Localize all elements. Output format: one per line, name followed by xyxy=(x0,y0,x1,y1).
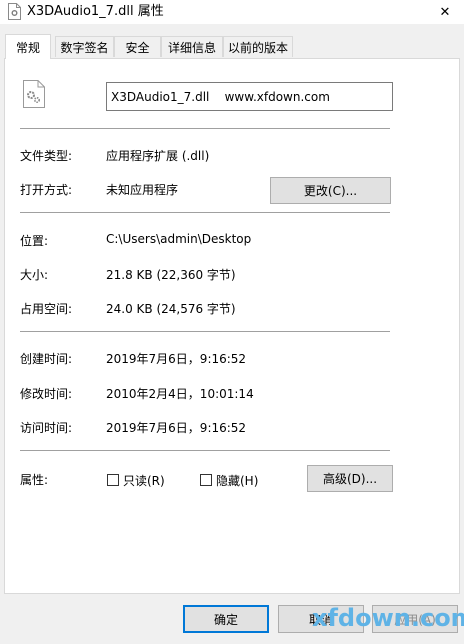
close-button[interactable]: ✕ xyxy=(426,0,464,24)
file-icon xyxy=(8,3,21,20)
file-type-label: 文件类型: xyxy=(20,149,73,163)
readonly-label: 只读(R) xyxy=(123,474,165,488)
opens-with-label: 打开方式: xyxy=(20,183,73,197)
size-value: 21.8 KB (22,360 字节) xyxy=(106,268,236,282)
watermark-logo: xfdown.com xyxy=(312,604,464,632)
opens-with-value: 未知应用程序 xyxy=(106,183,179,197)
created-label: 创建时间: xyxy=(20,352,73,366)
size-on-disk-label: 占用空间: xyxy=(20,302,73,316)
close-icon: ✕ xyxy=(439,4,451,20)
tab-digital-signatures[interactable]: 数字签名 xyxy=(55,36,114,57)
change-button[interactable]: 更改(C)... xyxy=(270,177,391,204)
modified-value: 2010年2月4日，10:01:14 xyxy=(106,387,254,401)
accessed-value: 2019年7月6日，9:16:52 xyxy=(106,421,247,435)
ok-button[interactable]: 确定 xyxy=(183,605,269,633)
hidden-checkbox[interactable] xyxy=(200,474,212,486)
size-on-disk-value: 24.0 KB (24,576 字节) xyxy=(106,302,236,316)
modified-label: 修改时间: xyxy=(20,387,73,401)
attributes-label: 属性: xyxy=(20,473,49,487)
accessed-label: 访问时间: xyxy=(20,421,73,435)
tab-general[interactable]: 常规 xyxy=(5,34,51,59)
separator xyxy=(20,331,390,332)
hidden-label: 隐藏(H) xyxy=(216,474,259,488)
window-title: X3DAudio1_7.dll 属性 xyxy=(27,4,164,19)
tab-security[interactable]: 安全 xyxy=(114,36,161,57)
separator xyxy=(20,212,390,213)
separator xyxy=(20,450,390,451)
dll-file-icon xyxy=(22,80,46,108)
location-value: C:\Users\admin\Desktop xyxy=(106,232,252,246)
location-label: 位置: xyxy=(20,234,49,248)
created-value: 2019年7月6日，9:16:52 xyxy=(106,352,247,366)
tab-previous-versions[interactable]: 以前的版本 xyxy=(223,36,293,57)
general-panel xyxy=(4,58,460,594)
filename-input[interactable] xyxy=(106,82,393,111)
tab-details[interactable]: 详细信息 xyxy=(161,36,223,57)
size-label: 大小: xyxy=(20,268,49,282)
separator xyxy=(20,128,390,129)
readonly-checkbox[interactable] xyxy=(107,474,119,486)
file-type-value: 应用程序扩展 (.dll) xyxy=(106,149,210,163)
advanced-button[interactable]: 高级(D)... xyxy=(307,465,393,492)
